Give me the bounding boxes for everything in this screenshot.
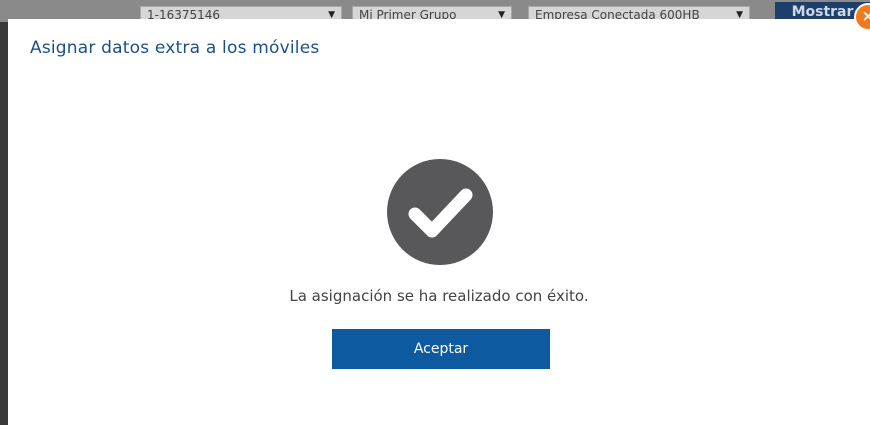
success-message: La asignación se ha realizado con éxito.: [289, 287, 589, 305]
dialog-title: Asignar datos extra a los móviles: [30, 38, 320, 58]
background-sidebar: [0, 22, 8, 425]
accept-button[interactable]: Aceptar: [332, 329, 550, 369]
close-icon[interactable]: ×: [854, 3, 870, 31]
assign-data-dialog: Asignar datos extra a los móviles × La a…: [8, 3, 870, 425]
checkmark-circle-icon: [387, 159, 493, 265]
